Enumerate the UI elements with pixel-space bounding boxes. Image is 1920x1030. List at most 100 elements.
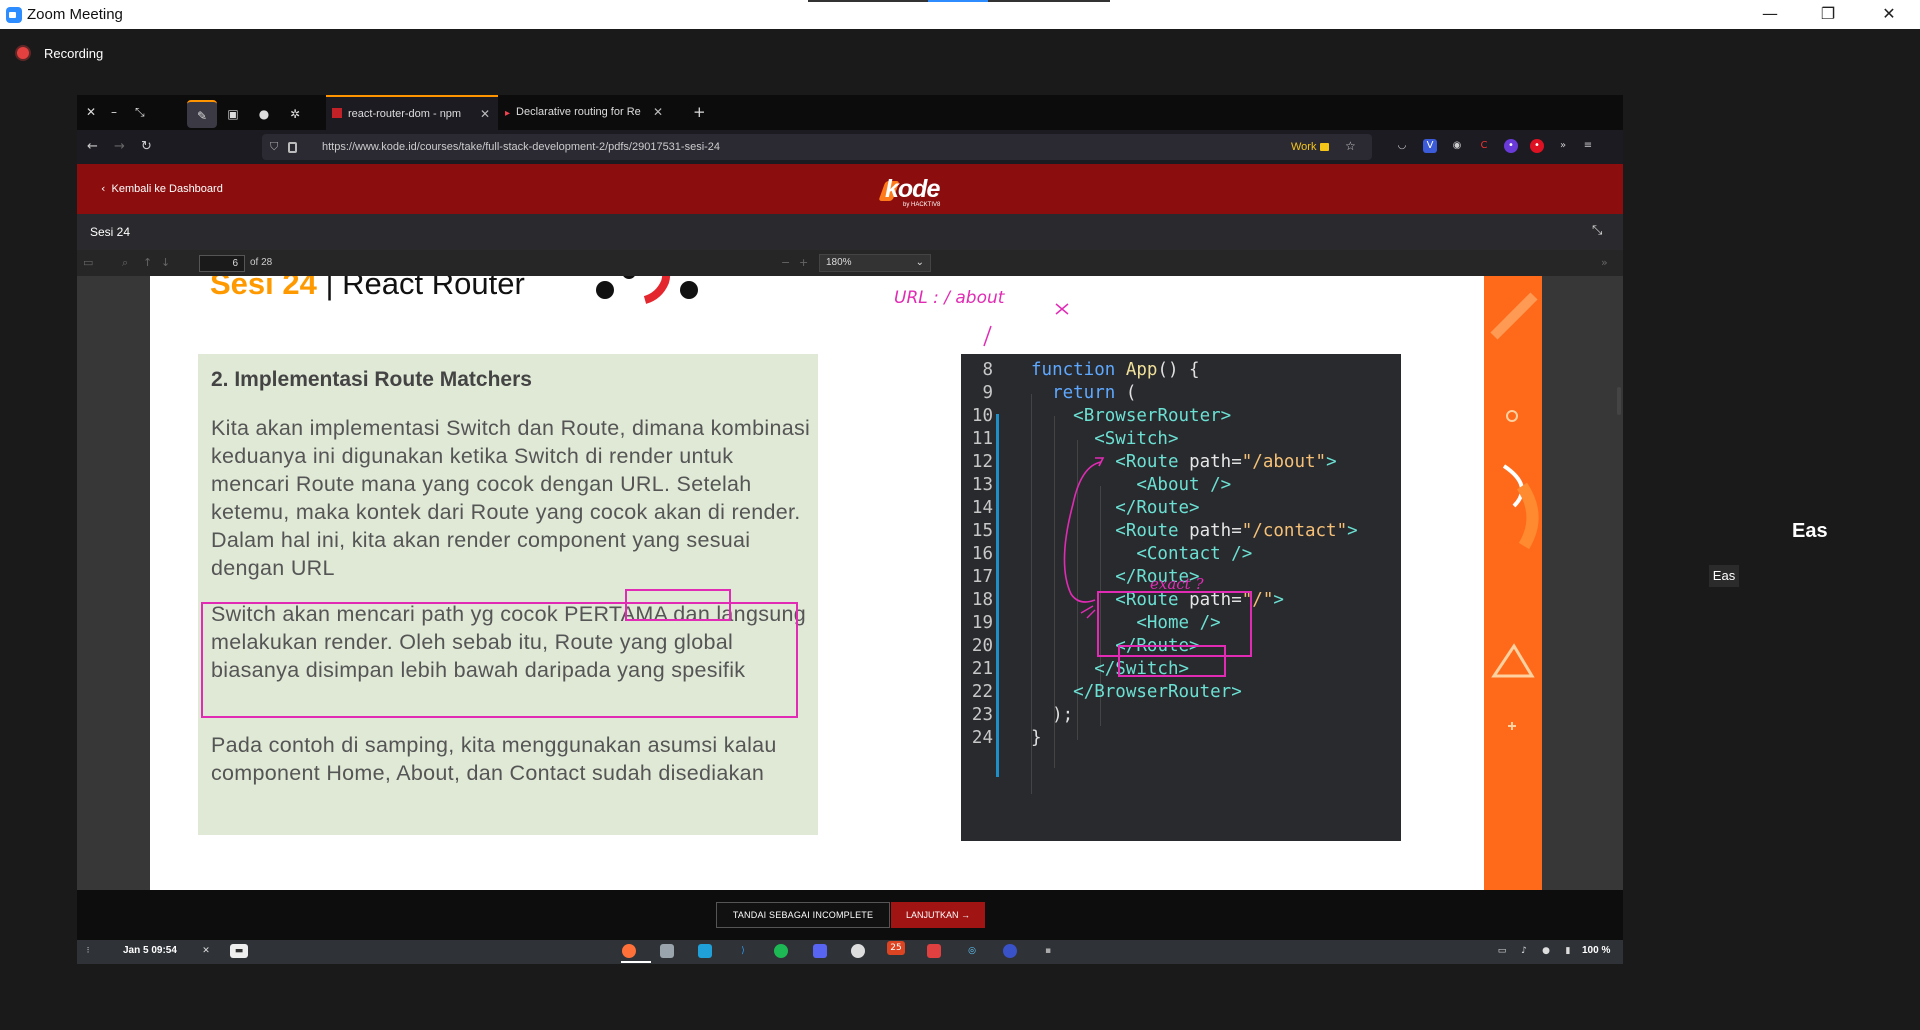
handwritten-url-note: URL : / about	[894, 288, 1069, 347]
close-tab-icon[interactable]: ✕	[480, 97, 490, 132]
minimize-window-icon[interactable]: –	[111, 105, 117, 119]
close-tab-icon[interactable]: ✕	[653, 95, 663, 130]
menu-icon[interactable]: ≡	[1581, 139, 1595, 153]
os-taskbar: ⁝ Jan 5 09:54 ✕ ▬ ⟩ 25 ◎ ▪ ▭ ♪ ● ▮ 100 %	[77, 940, 1623, 964]
spotify-icon[interactable]	[774, 944, 788, 958]
fullscreen-window-icon[interactable]: ⤡	[135, 105, 145, 120]
volume-icon[interactable]: ♪	[1517, 944, 1531, 958]
previous-page-icon[interactable]: ↑	[143, 256, 152, 269]
firefox-icon[interactable]	[622, 944, 636, 958]
tools-chevron-icon[interactable]: »	[1601, 256, 1608, 269]
browser-navbar: ← → ↻ ⛉ https://www.kode.id/courses/take…	[77, 130, 1623, 164]
extension-purple-icon[interactable]: •	[1504, 139, 1518, 153]
zoom-in-icon[interactable]: +	[799, 256, 808, 269]
back-icon[interactable]: ←	[87, 139, 98, 154]
next-page-icon[interactable]: ↓	[161, 256, 170, 269]
url-text[interactable]: https://www.kode.id/courses/take/full-st…	[322, 141, 720, 153]
screen-share-indicator-accent	[928, 0, 988, 2]
message-icon[interactable]: ▬	[230, 944, 248, 958]
restore-button[interactable]: ❐	[1805, 0, 1851, 29]
session-bar: Sesi 24 ⤡	[77, 214, 1623, 250]
zoom-out-icon[interactable]: −	[781, 256, 790, 269]
terminal-icon[interactable]: ▪	[1041, 944, 1055, 958]
vscode-icon[interactable]: ⟩	[736, 944, 750, 958]
page-total: of 28	[250, 257, 273, 268]
container-label: Work	[1291, 141, 1317, 153]
recorder-icon[interactable]	[927, 944, 941, 958]
pinned-tab-extension[interactable]: ✲	[280, 100, 310, 128]
tab-label: Declarative routing for Re	[516, 106, 641, 118]
overflow-chevron-icon[interactable]: »	[1556, 139, 1570, 153]
window-title: Zoom Meeting	[27, 6, 123, 23]
files-icon[interactable]	[660, 944, 674, 958]
github-icon: ●	[258, 107, 270, 121]
minimize-button[interactable]: —	[1747, 0, 1793, 29]
section-heading: 2. Implementasi Route Matchers	[211, 368, 532, 391]
extension-red-icon[interactable]: •	[1530, 139, 1544, 153]
annotation-box-pertama	[625, 589, 731, 621]
back-to-dashboard-link[interactable]: ‹ Kembali ke Dashboard	[101, 182, 223, 195]
briefcase-icon	[1319, 143, 1329, 151]
close-window-icon[interactable]: ✕	[86, 105, 96, 119]
chevron-down-icon: ⌄	[915, 257, 924, 268]
react-router-icon: ▸	[505, 108, 511, 119]
lesson-action-bar: TANDAI SEBAGAI INCOMPLETE LANJUTKAN →	[77, 890, 1623, 940]
store-icon[interactable]	[698, 944, 712, 958]
forward-icon[interactable]: →	[114, 139, 125, 154]
collapse-icon[interactable]: ⤡	[1592, 223, 1602, 238]
recording-icon	[17, 47, 29, 59]
notifications-off-icon[interactable]: ✕	[199, 944, 213, 958]
active-app-indicator	[621, 961, 651, 963]
recording-label[interactable]: Recording	[44, 46, 103, 61]
zoom-app-icon	[6, 7, 22, 23]
slide-title-highlight: Sesi 24	[210, 276, 317, 301]
tab-declarative-routing[interactable]: ▸ Declarative routing for Re ✕	[499, 95, 671, 130]
display-icon[interactable]: ▭	[1495, 944, 1509, 958]
page-number-input[interactable]: 6	[199, 255, 245, 272]
search-icon[interactable]: ⌕	[122, 256, 128, 270]
app-grid-icon[interactable]: ⁝	[81, 944, 95, 958]
session-title: Sesi 24	[90, 225, 131, 239]
lock-icon[interactable]	[288, 142, 297, 153]
pinned-tab-github[interactable]: ●	[249, 100, 279, 128]
shield-icon[interactable]: ⛉	[270, 140, 278, 154]
mark-incomplete-button[interactable]: TANDAI SEBAGAI INCOMPLETE	[716, 902, 890, 928]
slide-decoration-strip	[1484, 276, 1542, 890]
bookmark-star-icon[interactable]: ☆	[1345, 139, 1356, 153]
extension-v-icon[interactable]: V	[1423, 139, 1437, 153]
zoom-select[interactable]: 180% ⌄	[819, 254, 931, 272]
handwritten-exact-note: exact ?	[1150, 575, 1204, 593]
browser-app-icon[interactable]	[1003, 944, 1017, 958]
network-app-icon[interactable]: ◎	[965, 944, 979, 958]
close-button[interactable]: ✕	[1866, 0, 1912, 29]
microphone-icon[interactable]: ●	[1539, 944, 1553, 958]
pocket-icon[interactable]: ◡	[1395, 139, 1409, 153]
pdf-viewport[interactable]: Sesi 24 | React Router URL : / about 2. …	[77, 276, 1623, 890]
puzzle-icon: ✲	[289, 107, 301, 121]
paragraph-3: Pada contoh di samping, kita menggunakan…	[211, 733, 777, 785]
content-box: 2. Implementasi Route Matchers Kita akan…	[198, 354, 818, 835]
new-tab-button[interactable]: +	[693, 103, 706, 121]
kode-logo[interactable]: kode	[885, 175, 940, 204]
calendar-badge[interactable]: 25	[887, 941, 905, 955]
pdf-toolbar: ▭ ⌕ ↑ ↓ 6 of 28 − + 180% ⌄ »	[77, 250, 1623, 276]
clock[interactable]: Jan 5 09:54	[123, 945, 177, 956]
address-bar[interactable]: ⛉ https://www.kode.id/courses/take/full-…	[262, 134, 1372, 160]
participant-scrollbar[interactable]	[1617, 387, 1621, 415]
pinned-tab-notion[interactable]: ✎	[187, 100, 217, 128]
sidebar-toggle-icon[interactable]: ▭	[83, 256, 93, 269]
reload-icon[interactable]: ↻	[141, 139, 152, 154]
tab-react-router-dom-npm[interactable]: react-router-dom - npm ✕	[326, 95, 498, 130]
discord-icon[interactable]	[813, 944, 827, 958]
continue-button[interactable]: LANJUTKAN →	[891, 902, 985, 928]
pen-icon: ✎	[196, 109, 208, 123]
pinned-tab-photos[interactable]: ▣	[218, 100, 248, 128]
chrome-icon[interactable]	[851, 944, 865, 958]
container-badge[interactable]: Work	[1291, 141, 1329, 153]
extension-ci-icon[interactable]: C	[1477, 139, 1491, 153]
extension-mask-icon[interactable]: ◉	[1450, 139, 1464, 153]
decorative-shapes	[1490, 292, 1539, 730]
shared-screen: ✕ – ⤡ ✎ ▣ ● ✲ react-router-dom - npm ✕ ▸ D…	[77, 95, 1623, 964]
slide-title-rest: | React Router	[316, 276, 525, 301]
battery-icon[interactable]: ▮	[1561, 944, 1575, 958]
